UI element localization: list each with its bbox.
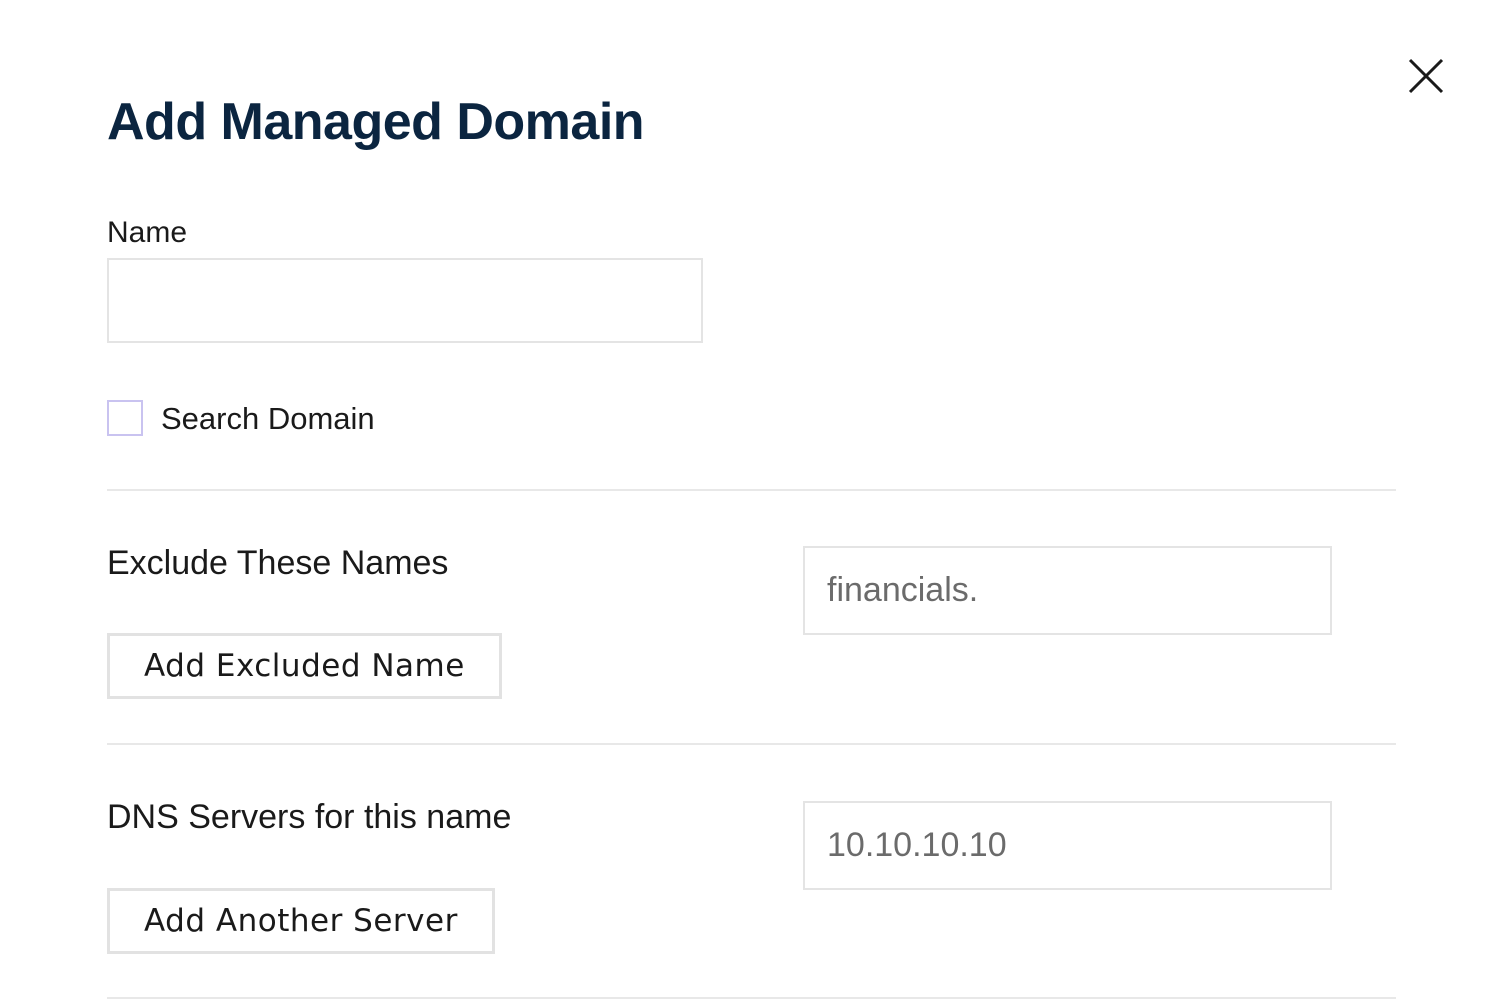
divider [107, 489, 1396, 491]
add-another-server-button[interactable]: Add Another Server [107, 888, 495, 954]
name-input[interactable] [107, 258, 703, 343]
close-icon [1408, 58, 1444, 94]
dns-servers-label: DNS Servers for this name [107, 798, 512, 836]
exclude-names-label: Exclude These Names [107, 544, 449, 582]
divider [107, 997, 1396, 999]
dns-server-input[interactable] [803, 801, 1332, 890]
divider [107, 743, 1396, 745]
name-label: Name [107, 216, 188, 249]
excluded-name-input[interactable] [803, 546, 1332, 635]
add-excluded-name-button[interactable]: Add Excluded Name [107, 633, 502, 699]
search-domain-checkbox[interactable] [107, 400, 143, 436]
search-domain-label: Search Domain [161, 401, 375, 436]
dialog-title: Add Managed Domain [107, 93, 645, 151]
add-managed-domain-dialog: Add Managed Domain Name Search Domain Ex… [0, 0, 1506, 1000]
close-button[interactable] [1406, 56, 1446, 96]
